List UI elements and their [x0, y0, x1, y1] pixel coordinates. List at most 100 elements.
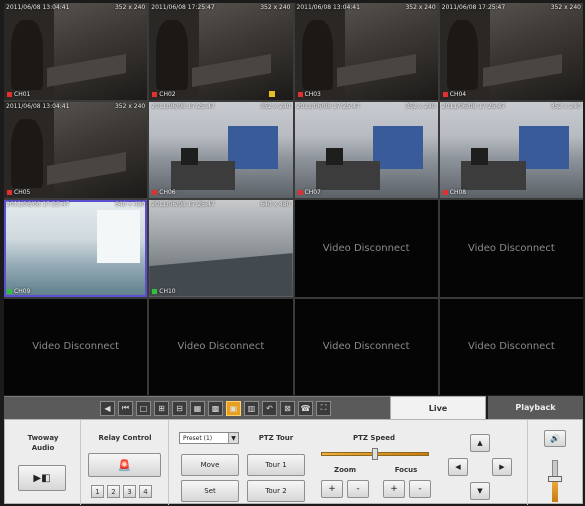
resolution: 352 x 240	[260, 102, 291, 110]
video-tile-disconnected[interactable]: Video Disconnect	[439, 298, 583, 395]
camera-scene-hand	[192, 53, 271, 88]
layout-button-2[interactable]: ⏮	[118, 400, 133, 416]
record-status-icon	[442, 91, 448, 97]
layout-button-10[interactable]: ↶	[262, 400, 277, 416]
record-status-icon	[7, 288, 12, 294]
layout-button-12[interactable]: ☎	[298, 400, 313, 416]
camera-scene-person	[11, 20, 43, 90]
layout-button-1[interactable]: ◀	[100, 400, 115, 416]
video-tile[interactable]: 2011/06/08 13:04:41 352 x 240 CH05	[4, 101, 148, 198]
audio-label-2: Audio	[31, 444, 55, 452]
zoom-label: Zoom	[334, 466, 356, 474]
resolution: 352 x 240	[405, 102, 436, 110]
lock-icon	[268, 90, 275, 97]
osd-footer: CH01	[7, 91, 30, 98]
resolution: 352 x 240	[550, 102, 581, 110]
camera-scene-hand	[337, 53, 417, 88]
focus-label: Focus	[394, 466, 418, 474]
layout-button-11[interactable]: ⊠	[280, 400, 295, 416]
mute-button[interactable]: 🔊	[544, 430, 566, 447]
video-tile[interactable]: 2011/06/08 17:25:47 640 x 480 CH10	[149, 200, 293, 297]
video-tile[interactable]: 2011/06/08 13:04:41 352 x 240 CH03	[294, 3, 438, 100]
twoway-audio-button[interactable]: ▶◧	[18, 465, 66, 491]
osd-footer: CH07	[297, 189, 321, 196]
ptz-speed-label: PTZ Speed	[353, 434, 395, 442]
zoom-out-button[interactable]: -	[347, 480, 369, 498]
video-grid: 2011/06/08 13:04:41 352 x 240 CH01 2011/06/…	[4, 3, 583, 395]
timestamp: 2011/06/08 13:04:41	[6, 4, 70, 11]
layout-button-13[interactable]: ⛶	[316, 400, 331, 416]
ptz-speed-slider-knob[interactable]	[372, 448, 378, 460]
osd-footer: CH05	[7, 189, 30, 196]
osd-header: 2011/06/08 13:04:41 352 x 240	[297, 4, 436, 11]
video-tile[interactable]: 2011/06/08 17:25:47 352 x 240 CH06	[149, 101, 293, 198]
video-tile[interactable]: 2011/06/08 17:25:47 352 x 240 CH02	[149, 3, 293, 100]
tab-playback[interactable]: Playback	[488, 396, 583, 419]
ptz-right-button[interactable]: ▶	[492, 458, 512, 476]
ptz-up-button[interactable]: ▲	[470, 434, 490, 452]
camera-name: CH10	[159, 287, 176, 295]
video-disconnect-text: Video Disconnect	[322, 242, 410, 254]
video-disconnect-text: Video Disconnect	[177, 341, 265, 353]
arrow-up-icon: ▲	[477, 439, 483, 447]
video-tile-disconnected[interactable]: Video Disconnect	[149, 298, 293, 395]
focus-far-button[interactable]: -	[409, 480, 431, 498]
osd-header: 2011/06/08 17:25:47 640 x 480	[6, 201, 145, 208]
video-tile-disconnected[interactable]: Video Disconnect	[4, 298, 148, 395]
relay-channel-3[interactable]: 3	[123, 485, 136, 498]
focus-near-button[interactable]: +	[383, 480, 405, 498]
relay-section: Relay Control 🚨 1 2 3 4	[81, 420, 169, 505]
preset-select[interactable]: Preset (1) ▼	[179, 432, 239, 444]
layout-button-6[interactable]: ▦	[190, 400, 205, 416]
timestamp: 2011/06/08 17:25:47	[151, 4, 215, 11]
relay-alarm-button[interactable]: 🚨	[88, 453, 161, 477]
relay-channel-4[interactable]: 4	[139, 485, 152, 498]
osd-footer: CH08	[442, 189, 467, 196]
video-disconnect-text: Video Disconnect	[468, 242, 555, 254]
camera-name: CH06	[159, 189, 176, 196]
preset-move-button[interactable]: Move	[181, 454, 239, 476]
osd-footer: CH04	[442, 91, 466, 98]
ptz-left-button[interactable]: ◀	[448, 458, 468, 476]
preset-set-button[interactable]: Set	[181, 480, 239, 502]
camera-name: CH08	[449, 189, 467, 196]
layout-button-4[interactable]: ⊞	[154, 400, 169, 416]
relay-channel-1[interactable]: 1	[91, 485, 104, 498]
camera-name: CH07	[304, 189, 321, 196]
tab-live[interactable]: Live	[390, 396, 486, 419]
record-status-icon	[297, 190, 303, 195]
relay-channel-2[interactable]: 2	[107, 485, 120, 498]
layout-button-3[interactable]: □	[136, 400, 151, 416]
video-tile[interactable]: 2011/06/08 13:04:41 352 x 240 CH01	[4, 3, 148, 100]
layout-button-5[interactable]: ⊟	[172, 400, 187, 416]
camera-scene-desk	[461, 161, 526, 191]
camera-scene-win	[97, 209, 141, 263]
video-disconnect-text: Video Disconnect	[32, 341, 119, 353]
layout-button-8[interactable]: ▣	[226, 400, 241, 416]
tour-1-button[interactable]: Tour 1	[247, 454, 305, 476]
volume-slider-knob[interactable]	[548, 475, 562, 482]
timestamp: 2011/06/08 13:04:41	[296, 4, 360, 11]
arrow-down-icon: ▼	[477, 487, 483, 495]
layout-button-7[interactable]: ▩	[208, 400, 223, 416]
camera-scene-desk	[170, 161, 236, 191]
osd-header: 2011/06/08 17:25:47 352 x 240	[151, 4, 290, 11]
video-tile-disconnected[interactable]: Video Disconnect	[439, 200, 583, 297]
video-tile-disconnected[interactable]: Video Disconnect	[294, 200, 438, 297]
tour-2-button[interactable]: Tour 2	[247, 480, 305, 502]
video-tile[interactable]: 2011/06/08 17:25:47 352 x 240 CH04	[439, 3, 583, 100]
layout-button-9[interactable]: ▥	[244, 400, 259, 416]
camera-scene-person	[301, 20, 334, 90]
zoom-in-button[interactable]: +	[321, 480, 343, 498]
video-tile[interactable]: 2011/06/08 17:25:47 352 x 240 CH07	[294, 101, 438, 198]
video-tile[interactable]: 2011/06/08 17:25:47 640 x 480 CH09	[4, 200, 148, 297]
video-tile-disconnected[interactable]: Video Disconnect	[294, 298, 438, 395]
video-tile[interactable]: 2011/06/08 17:25:47 352 x 240 CH08	[439, 101, 583, 198]
osd-footer: CH06	[152, 189, 176, 196]
ptz-dpad-section: ▲ ◀ ▶ ▼	[440, 420, 528, 505]
resolution: 352 x 240	[405, 4, 436, 11]
view-toolbar: ◀ ⏮ □ ⊞ ⊟ ▦ ▩ ▣ ▥ ↶ ⊠ ☎ ⛶	[4, 396, 390, 419]
ptz-down-button[interactable]: ▼	[470, 482, 490, 500]
camera-name: CH01	[14, 90, 31, 98]
camera-scene-person	[11, 118, 43, 189]
